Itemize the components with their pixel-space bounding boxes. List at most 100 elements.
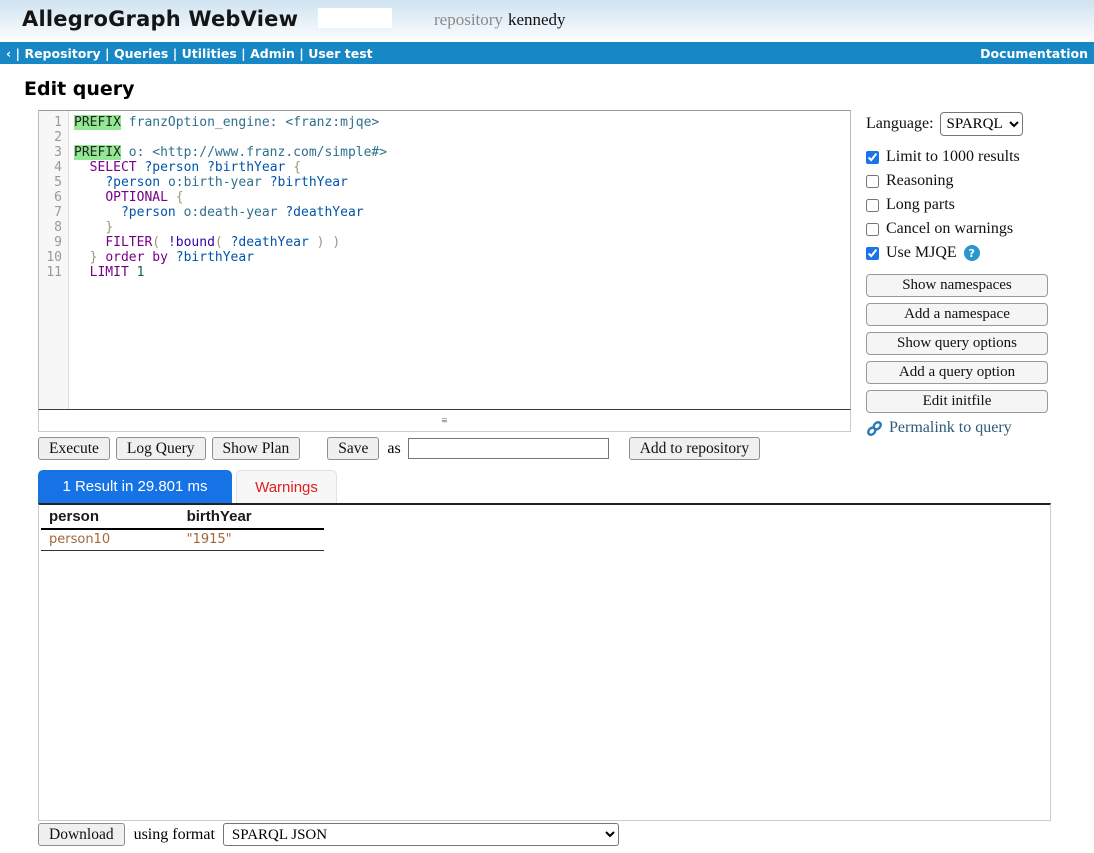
code-line[interactable]: PREFIX franzOption_engine: <franz:mjqe>	[74, 115, 850, 130]
checkbox-use-mjqe[interactable]	[866, 247, 879, 260]
code-line[interactable]: ?person o:death-year ?deathYear	[74, 205, 850, 220]
log-query-button[interactable]: Log Query	[116, 437, 206, 460]
code-token	[309, 235, 317, 250]
checkbox-label: Cancel on warnings	[886, 220, 1013, 238]
code-token	[168, 190, 176, 205]
results-header-row: personbirthYear	[41, 505, 324, 529]
code-token	[262, 175, 270, 190]
code-token: ?person	[144, 160, 199, 175]
code-line[interactable]: SELECT ?person ?birthYear {	[74, 160, 850, 175]
editor-code[interactable]: PREFIX franzOption_engine: <franz:mjqe> …	[69, 111, 850, 409]
checkbox-label: Use MJQE	[886, 244, 957, 262]
code-token	[74, 205, 121, 220]
permalink-row[interactable]: Permalink to query	[866, 419, 1048, 437]
tab-warnings[interactable]: Warnings	[236, 470, 337, 503]
line-number: 1	[39, 115, 68, 130]
checkbox-label: Reasoning	[886, 172, 954, 190]
checkbox-cancel-on-warnings[interactable]	[866, 223, 879, 236]
add-a-query-option-button[interactable]: Add a query option	[866, 361, 1048, 384]
code-token	[176, 205, 184, 220]
code-line[interactable]: }	[74, 220, 850, 235]
option-cancel-on-warnings[interactable]: Cancel on warnings	[866, 217, 1048, 241]
show-namespaces-button[interactable]: Show namespaces	[866, 274, 1048, 297]
show-query-options-button[interactable]: Show query options	[866, 332, 1048, 355]
download-button[interactable]: Download	[38, 823, 125, 846]
checkbox-long-parts[interactable]	[866, 199, 879, 212]
show-plan-button[interactable]: Show Plan	[212, 437, 301, 460]
nav-separator: |	[101, 46, 114, 61]
language-label: Language:	[866, 115, 934, 133]
nav-item-user-test[interactable]: User test	[308, 46, 372, 61]
permalink-to-query-link[interactable]: Permalink to query	[889, 419, 1012, 437]
code-line[interactable]: } order by ?birthYear	[74, 250, 850, 265]
code-token	[121, 115, 129, 130]
result-tabs: 1 Result in 29.801 ms Warnings	[38, 470, 337, 503]
code-line[interactable]: FILTER( !bound( ?deathYear ) )	[74, 235, 850, 250]
code-token: ?birthYear	[176, 250, 254, 265]
option-use-mjqe[interactable]: Use MJQE?	[866, 241, 1048, 265]
column-header-birthyear: birthYear	[179, 505, 324, 529]
line-number: 5	[39, 175, 68, 190]
tab-results[interactable]: 1 Result in 29.801 ms	[38, 470, 232, 503]
app-title: AllegroGraph WebView	[22, 7, 298, 31]
nav-separator: |	[11, 46, 24, 61]
line-number: 6	[39, 190, 68, 205]
nav-item-queries[interactable]: Queries	[114, 46, 168, 61]
code-token: ?person	[121, 205, 176, 220]
code-token: {	[176, 190, 184, 205]
edit-initfile-button[interactable]: Edit initfile	[866, 390, 1048, 413]
code-line[interactable]	[74, 130, 850, 145]
code-token	[74, 250, 90, 265]
code-line[interactable]: ?person o:birth-year ?birthYear	[74, 175, 850, 190]
download-row: Download using format SPARQL JSON	[38, 823, 619, 846]
nav-item-repository[interactable]: Repository	[24, 46, 100, 61]
page-title: Edit query	[24, 78, 135, 100]
editor-resize-handle[interactable]: ≡	[38, 410, 851, 432]
code-line[interactable]: PREFIX o: <http://www.franz.com/simple#>	[74, 145, 850, 160]
save-button[interactable]: Save	[327, 437, 379, 460]
language-select[interactable]: SPARQL	[940, 112, 1023, 136]
code-line[interactable]: LIMIT 1	[74, 265, 850, 280]
code-token: LIMIT	[90, 265, 129, 280]
add-to-repository-button[interactable]: Add to repository	[629, 437, 760, 460]
help-question-icon[interactable]: ?	[964, 245, 980, 261]
code-token: ?deathYear	[285, 205, 363, 220]
download-format-label: using format	[134, 826, 215, 844]
nav-item-utilities[interactable]: Utilities	[182, 46, 237, 61]
main-navbar: ‹ | Repository | Queries | Utilities | A…	[0, 42, 1094, 64]
table-cell[interactable]: "1915"	[179, 529, 324, 551]
line-number: 3	[39, 145, 68, 160]
code-token	[74, 175, 105, 190]
results-body: person10"1915"	[41, 529, 324, 551]
code-line[interactable]: OPTIONAL {	[74, 190, 850, 205]
table-cell[interactable]: person10	[41, 529, 179, 551]
option-long-parts[interactable]: Long parts	[866, 193, 1048, 217]
results-panel: personbirthYear person10"1915"	[38, 503, 1051, 821]
checkbox-reasoning[interactable]	[866, 175, 879, 188]
save-name-input[interactable]	[408, 438, 609, 459]
option-limit-to-1000-results[interactable]: Limit to 1000 results	[866, 145, 1048, 169]
line-number: 4	[39, 160, 68, 175]
code-token	[74, 190, 105, 205]
code-token: ?person	[105, 175, 160, 190]
query-editor[interactable]: 1234567891011 PREFIX franzOption_engine:…	[38, 110, 851, 410]
execute-button[interactable]: Execute	[38, 437, 110, 460]
query-options-sidebar: Language: SPARQL Limit to 1000 results Re…	[866, 112, 1048, 437]
code-token	[129, 265, 137, 280]
app-header: AllegroGraph WebView repositorykennedy	[0, 0, 1094, 42]
nav-item-admin[interactable]: Admin	[250, 46, 295, 61]
code-token: (	[152, 235, 160, 250]
nav-item-documentation[interactable]: Documentation	[980, 46, 1088, 61]
code-token	[74, 265, 90, 280]
results-table: personbirthYear person10"1915"	[41, 505, 324, 551]
code-token: SELECT	[90, 160, 137, 175]
add-a-namespace-button[interactable]: Add a namespace	[866, 303, 1048, 326]
code-token: ?birthYear	[270, 175, 348, 190]
code-token: {	[293, 160, 301, 175]
code-token: PREFIX	[74, 115, 121, 130]
checkbox-limit-to-1000-results[interactable]	[866, 151, 879, 164]
code-token: (	[215, 235, 223, 250]
option-reasoning[interactable]: Reasoning	[866, 169, 1048, 193]
download-format-select[interactable]: SPARQL JSON	[223, 823, 619, 846]
code-token: order by	[105, 250, 168, 265]
